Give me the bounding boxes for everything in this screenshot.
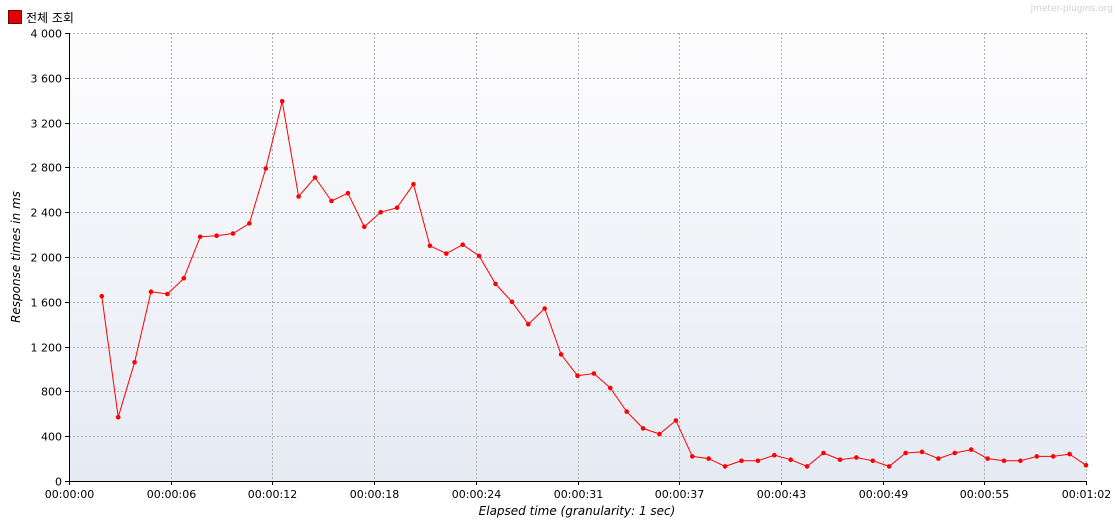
x-tick-label: 00:00:24	[452, 488, 501, 501]
data-point	[854, 455, 859, 460]
y-axis-label: Response times in ms	[9, 191, 23, 323]
data-point	[837, 457, 843, 463]
y-tick-label: 800	[41, 386, 62, 399]
y-tick-label: 2 000	[31, 252, 63, 265]
data-point	[1083, 463, 1089, 468]
data-point	[115, 414, 121, 420]
data-point	[804, 464, 810, 469]
x-axis-label: Elapsed time (granularity: 1 sec)	[479, 504, 676, 518]
data-point	[870, 458, 876, 464]
data-point	[542, 306, 547, 311]
data-point	[230, 231, 236, 236]
data-point	[132, 360, 137, 365]
data-point	[394, 205, 400, 210]
data-point	[558, 352, 564, 357]
x-tick-label: 00:00:06	[147, 488, 196, 501]
data-point	[903, 450, 908, 456]
data-point	[657, 431, 662, 437]
x-tick-label: 00:00:55	[960, 488, 1009, 501]
data-point	[312, 175, 318, 180]
response-time-chart: 0 400 800 1 200 1 600 2 000 2 400 2 800 3 200 3 6…	[9, 28, 1111, 519]
y-tick-label: 3 200	[31, 118, 63, 131]
y-tick-label: 3 600	[31, 73, 63, 86]
data-point	[444, 251, 449, 256]
data-point	[788, 457, 793, 463]
data-point	[722, 464, 728, 469]
y-tick-label: 0	[55, 476, 62, 489]
data-point	[362, 224, 367, 230]
x-tick-label: 00:00:31	[554, 488, 603, 501]
data-point	[968, 447, 974, 452]
y-tick-label: 400	[41, 431, 62, 444]
data-point	[345, 190, 351, 196]
y-tick-label: 2 800	[31, 162, 63, 175]
x-tick-label: 00:00:37	[655, 488, 704, 501]
data-point	[1067, 451, 1072, 457]
data-point	[526, 321, 531, 327]
data-point	[640, 426, 646, 431]
data-point	[329, 198, 334, 204]
data-point	[772, 452, 777, 458]
data-point	[460, 242, 466, 247]
data-point	[411, 181, 416, 187]
data-point	[706, 456, 711, 461]
data-point	[608, 385, 613, 391]
x-tick-label: 00:00:12	[248, 488, 297, 501]
data-point	[181, 276, 187, 281]
x-tick-label: 00:00:00	[45, 488, 94, 501]
data-point	[575, 373, 580, 379]
data-point	[99, 293, 105, 299]
data-point	[673, 418, 679, 423]
data-point	[476, 253, 482, 259]
data-point	[936, 456, 941, 461]
data-point	[755, 458, 761, 464]
data-point	[148, 289, 154, 295]
y-tick-label: 4 000	[31, 28, 63, 41]
data-point	[165, 291, 170, 297]
data-point	[493, 281, 498, 287]
data-point	[197, 234, 203, 240]
y-tick-label: 1 600	[31, 297, 63, 310]
y-tick-label: 2 400	[31, 207, 63, 220]
data-point	[263, 166, 269, 171]
data-point	[624, 409, 629, 414]
data-point	[1018, 458, 1023, 464]
data-point	[919, 449, 925, 455]
data-point	[279, 99, 285, 104]
data-point	[1050, 454, 1056, 459]
data-point	[821, 450, 826, 456]
x-tick-label: 00:00:49	[859, 488, 908, 501]
data-point	[214, 233, 219, 238]
y-tick-label: 1 200	[31, 342, 63, 355]
data-point	[509, 299, 515, 305]
data-point	[591, 371, 597, 376]
data-point	[1034, 454, 1040, 459]
data-point	[886, 464, 892, 469]
data-point	[296, 194, 301, 199]
data-point	[1001, 458, 1007, 464]
data-point	[739, 458, 744, 464]
data-point	[247, 221, 252, 226]
data-point	[985, 456, 990, 461]
data-point	[427, 243, 433, 249]
x-tick-label: 00:00:18	[350, 488, 399, 501]
data-point	[952, 450, 958, 456]
data-point	[378, 209, 384, 215]
x-tick-label: 00:01:02	[1062, 488, 1111, 501]
x-tick-label: 00:00:43	[757, 488, 806, 501]
data-point	[690, 454, 695, 459]
